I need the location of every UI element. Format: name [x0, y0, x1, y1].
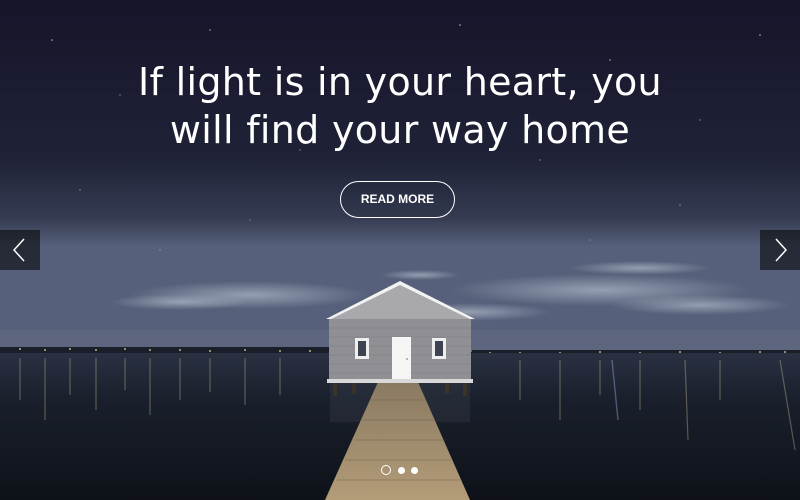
headline-line-1: If light is in your heart, you [138, 60, 662, 104]
previous-slide-button[interactable] [0, 230, 40, 270]
slide-pagination [378, 465, 422, 477]
pagination-dot-1[interactable] [381, 465, 391, 475]
hero-slider: If light is in your heart, you will find… [0, 0, 800, 500]
pagination-dot-3[interactable] [411, 467, 418, 474]
pagination-dot-2[interactable] [398, 467, 405, 474]
chevron-right-icon [775, 238, 788, 262]
slide-headline: If light is in your heart, you will find… [0, 58, 800, 154]
chevron-left-icon [12, 238, 25, 262]
headline-line-2: will find your way home [169, 108, 631, 152]
next-slide-button[interactable] [760, 230, 800, 270]
read-more-button[interactable]: READ MORE [340, 181, 455, 218]
